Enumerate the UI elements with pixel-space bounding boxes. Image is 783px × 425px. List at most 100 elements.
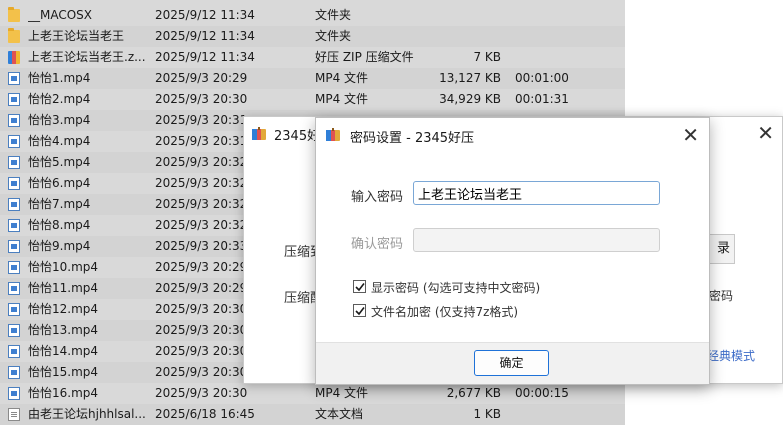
- file-row[interactable]: 上老王论坛当老王 2025/9/12 11:34 文件夹: [0, 26, 625, 47]
- file-date: 2025/9/3 20:32: [155, 155, 248, 169]
- file-name: 怡怡4.mp4: [28, 134, 91, 148]
- video-file-icon: [8, 93, 20, 106]
- file-date: 2025/9/12 11:34: [155, 50, 255, 64]
- file-name: 怡怡8.mp4: [28, 218, 91, 232]
- file-name: 上老王论坛当老王: [28, 29, 125, 43]
- file-size: 7 KB: [473, 50, 501, 64]
- file-name: 怡怡3.mp4: [28, 113, 91, 127]
- file-name: 怡怡5.mp4: [28, 155, 91, 169]
- file-row[interactable]: 由老王论坛hjhhlsal... 2025/6/18 16:45 文本文档 1 KB: [0, 404, 625, 425]
- file-size: 1 KB: [473, 407, 501, 421]
- close-icon[interactable]: ✕: [682, 123, 699, 147]
- video-file-icon: [8, 72, 20, 85]
- window-title: 2345好: [274, 129, 321, 144]
- file-date: 2025/9/3 20:29: [155, 281, 248, 295]
- video-file-icon: [8, 114, 20, 127]
- file-row[interactable]: __MACOSX 2025/9/12 11:34 文件夹: [0, 5, 625, 26]
- file-row[interactable]: 上老王论坛当老王.z... 2025/9/12 11:34 好压 ZIP 压缩文件 7…: [0, 47, 625, 68]
- file-name: 怡怡16.mp4: [28, 386, 99, 400]
- file-name: 怡怡15.mp4: [28, 365, 99, 379]
- file-duration: 00:00:15: [515, 386, 569, 400]
- file-name: 怡怡11.mp4: [28, 281, 99, 295]
- video-file-icon: [8, 366, 20, 379]
- file-type: MP4 文件: [315, 386, 369, 400]
- file-name: __MACOSX: [28, 8, 93, 22]
- file-size: 13,127 KB: [439, 71, 501, 85]
- file-name: 怡怡6.mp4: [28, 176, 91, 190]
- video-file-icon: [8, 345, 20, 358]
- file-row[interactable]: 怡怡1.mp4 2025/9/3 20:29 MP4 文件 13,127 KB 00:0…: [0, 68, 625, 89]
- video-file-icon: [8, 219, 20, 232]
- show-password-checkbox[interactable]: [353, 280, 366, 293]
- file-date: 2025/9/3 20:29: [155, 260, 248, 274]
- file-date: 2025/9/3 20:32: [155, 176, 248, 190]
- app-logo-icon: [251, 126, 267, 142]
- file-date: 2025/9/3 20:30: [155, 386, 248, 400]
- file-date: 2025/9/3 20:30: [155, 92, 248, 106]
- video-file-icon: [8, 303, 20, 316]
- video-file-icon: [8, 387, 20, 400]
- file-name: 怡怡2.mp4: [28, 92, 91, 106]
- video-file-icon: [8, 261, 20, 274]
- password-input[interactable]: [413, 181, 660, 205]
- file-name: 怡怡12.mp4: [28, 302, 99, 316]
- file-type: MP4 文件: [315, 92, 369, 106]
- file-date: 2025/9/3 20:31: [155, 113, 248, 127]
- checkmark-icon: [355, 307, 365, 316]
- video-file-icon: [8, 156, 20, 169]
- file-name: 怡怡14.mp4: [28, 344, 99, 358]
- dialog-footer: 确定: [316, 342, 709, 384]
- file-type: 文件夹: [315, 29, 352, 43]
- file-name: 怡怡1.mp4: [28, 71, 91, 85]
- file-name: 由老王论坛hjhhlsal...: [28, 407, 146, 421]
- file-type: 好压 ZIP 压缩文件: [315, 50, 414, 64]
- close-icon[interactable]: ✕: [757, 121, 774, 145]
- text-file-icon: [8, 408, 20, 421]
- file-name: 怡怡9.mp4: [28, 239, 91, 253]
- video-file-icon: [8, 177, 20, 190]
- password-label: 输入密码: [351, 190, 404, 205]
- zip-icon: [8, 51, 20, 64]
- app-logo-icon: [325, 127, 341, 143]
- file-date: 2025/6/18 16:45: [155, 407, 255, 421]
- file-row[interactable]: 怡怡2.mp4 2025/9/3 20:30 MP4 文件 34,929 KB 00:0…: [0, 89, 625, 110]
- file-date: 2025/9/12 11:34: [155, 29, 255, 43]
- confirm-password-label: 确认密码: [351, 237, 404, 252]
- file-name: 怡怡10.mp4: [28, 260, 99, 274]
- folder-icon: [8, 7, 20, 22]
- file-name: 上老王论坛当老王.z...: [28, 50, 146, 64]
- file-row[interactable]: 怡怡16.mp4 2025/9/3 20:30 MP4 文件 2,677 KB 00:0…: [0, 383, 625, 404]
- dialog-title: 密码设置 - 2345好压: [350, 131, 475, 146]
- file-date: 2025/9/3 20:32: [155, 218, 248, 232]
- file-name: 怡怡7.mp4: [28, 197, 91, 211]
- file-size: 2,677 KB: [446, 386, 501, 400]
- file-date: 2025/9/3 20:30: [155, 323, 248, 337]
- file-date: 2025/9/3 20:31: [155, 134, 248, 148]
- show-password-label: 显示密码 (勾选可支持中文密码): [371, 281, 541, 295]
- file-type: 文本文档: [315, 407, 364, 421]
- file-duration: 00:01:31: [515, 92, 569, 106]
- encrypt-filenames-checkbox[interactable]: [353, 304, 366, 317]
- folder-icon: [8, 28, 20, 43]
- file-type: 文件夹: [315, 8, 352, 22]
- file-date: 2025/9/3 20:30: [155, 344, 248, 358]
- checkmark-icon: [355, 283, 365, 292]
- file-date: 2025/9/3 20:32: [155, 197, 248, 211]
- file-date: 2025/9/12 11:34: [155, 8, 255, 22]
- video-file-icon: [8, 324, 20, 337]
- file-size: 34,929 KB: [439, 92, 501, 106]
- file-date: 2025/9/3 20:29: [155, 71, 248, 85]
- file-date: 2025/9/3 20:33: [155, 239, 248, 253]
- video-file-icon: [8, 198, 20, 211]
- file-type: MP4 文件: [315, 71, 369, 85]
- file-duration: 00:01:00: [515, 71, 569, 85]
- classic-mode-link[interactable]: 经典模式: [707, 347, 755, 364]
- ok-button[interactable]: 确定: [474, 350, 549, 376]
- file-date: 2025/9/3 20:30: [155, 302, 248, 316]
- encrypt-filenames-label: 文件名加密 (仅支持7z格式): [371, 305, 519, 319]
- confirm-password-input[interactable]: [413, 228, 660, 252]
- password-text[interactable]: 密码: [709, 287, 733, 304]
- video-file-icon: [8, 240, 20, 253]
- video-file-icon: [8, 135, 20, 148]
- password-dialog: 密码设置 - 2345好压 ✕ 输入密码 确认密码 显示密码 (勾选可支持中文密…: [315, 117, 710, 385]
